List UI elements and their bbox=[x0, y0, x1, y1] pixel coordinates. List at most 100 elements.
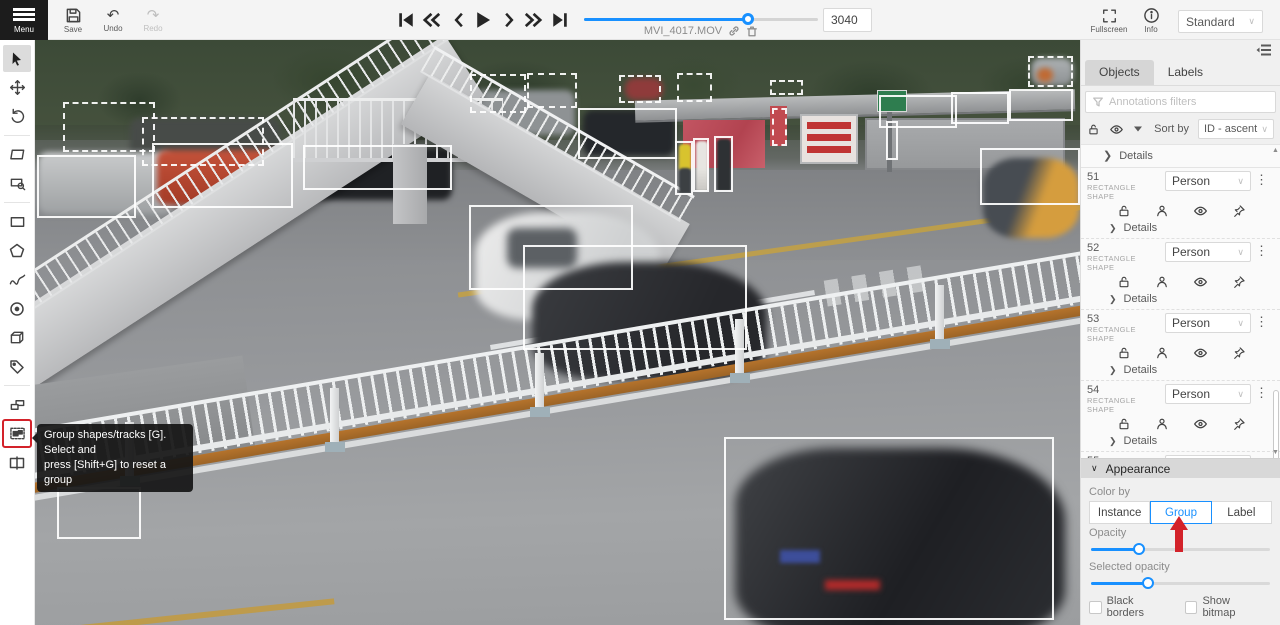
object-list-item[interactable]: 52 RECTANGLE SHAPE Person ∨ ⋮ ❯ bbox=[1081, 239, 1280, 310]
bounding-box-dashed[interactable] bbox=[470, 74, 526, 113]
annotations-filter-box[interactable] bbox=[1085, 91, 1276, 113]
move-tool-button[interactable] bbox=[3, 74, 31, 101]
hide-all-icon[interactable] bbox=[1109, 123, 1124, 136]
sort-select[interactable]: ID - ascent ∨ bbox=[1198, 119, 1274, 139]
object-label-select[interactable]: Person ∨ bbox=[1165, 313, 1251, 333]
object-item-partial[interactable]: ❯ Details bbox=[1081, 145, 1280, 168]
first-frame-button[interactable] bbox=[393, 7, 419, 33]
hide-icon[interactable] bbox=[1193, 275, 1208, 289]
jump-backward-button[interactable] bbox=[419, 7, 445, 33]
pin-icon[interactable] bbox=[1232, 417, 1246, 431]
object-label-select[interactable]: Person ∨ bbox=[1165, 384, 1251, 404]
bounding-box-dashed[interactable] bbox=[772, 108, 787, 146]
bounding-box-solid[interactable] bbox=[57, 487, 141, 539]
rotate-canvas-button[interactable] bbox=[3, 103, 31, 130]
draw-polyline-button[interactable] bbox=[3, 266, 31, 293]
selected-opacity-handle[interactable] bbox=[1142, 577, 1154, 589]
opacity-handle[interactable] bbox=[1133, 543, 1145, 555]
bounding-box-dashed[interactable] bbox=[1028, 56, 1073, 87]
fullscreen-button[interactable]: Fullscreen bbox=[1092, 4, 1126, 37]
undo-button[interactable]: ↶ Undo bbox=[96, 4, 130, 37]
lock-icon[interactable] bbox=[1117, 417, 1131, 431]
draw-points-button[interactable] bbox=[3, 295, 31, 322]
bounding-box-solid[interactable] bbox=[980, 148, 1080, 205]
delete-frame-icon[interactable] bbox=[746, 25, 758, 37]
bounding-box-solid[interactable] bbox=[37, 155, 136, 218]
bounding-box-solid[interactable] bbox=[1009, 89, 1073, 121]
hide-icon[interactable] bbox=[1193, 346, 1208, 360]
scroll-down-icon[interactable]: ▼ bbox=[1272, 449, 1279, 456]
object-details-toggle[interactable]: ❯ Details bbox=[1087, 291, 1272, 307]
annotation-canvas[interactable]: ○ bbox=[35, 40, 1080, 625]
play-button[interactable] bbox=[470, 7, 496, 33]
split-track-button[interactable] bbox=[3, 449, 31, 476]
object-actions-menu[interactable]: ⋮ bbox=[1255, 171, 1267, 189]
bounding-box-solid[interactable] bbox=[714, 136, 733, 192]
pin-icon[interactable] bbox=[1232, 346, 1246, 360]
bounding-box-solid[interactable] bbox=[303, 145, 452, 190]
setup-tag-button[interactable] bbox=[3, 353, 31, 380]
lock-all-icon[interactable] bbox=[1087, 123, 1100, 136]
group-shapes-button[interactable] bbox=[3, 420, 31, 447]
object-label-select[interactable]: Person ∨ bbox=[1165, 242, 1251, 262]
draw-cuboid-button[interactable] bbox=[3, 324, 31, 351]
expand-all-icon[interactable] bbox=[1133, 125, 1143, 133]
occluded-icon[interactable] bbox=[1155, 346, 1169, 360]
merge-shapes-button[interactable] bbox=[3, 391, 31, 418]
appearance-header[interactable]: ∨ Appearance bbox=[1081, 459, 1280, 478]
object-details-toggle[interactable]: ❯ Details bbox=[1087, 220, 1272, 236]
bounding-box-dashed[interactable] bbox=[677, 73, 712, 102]
object-details-toggle[interactable]: ❯ Details bbox=[1087, 362, 1272, 378]
frame-number-input[interactable] bbox=[823, 8, 872, 32]
hide-icon[interactable] bbox=[1193, 204, 1208, 218]
object-label-select[interactable]: Person ∨ bbox=[1165, 171, 1251, 191]
show-bitmap-checkbox[interactable] bbox=[1185, 601, 1198, 614]
bounding-box-solid[interactable] bbox=[675, 141, 693, 195]
bounding-box-dashed[interactable] bbox=[770, 80, 803, 95]
object-details-toggle[interactable]: ❯ Details bbox=[1087, 433, 1272, 449]
last-frame-button[interactable] bbox=[547, 7, 573, 33]
copy-link-icon[interactable] bbox=[728, 25, 740, 37]
info-button[interactable]: Info bbox=[1134, 4, 1168, 37]
frame-slider[interactable] bbox=[584, 14, 818, 24]
menu-button[interactable]: Menu bbox=[0, 0, 48, 40]
occluded-icon[interactable] bbox=[1155, 275, 1169, 289]
jump-forward-button[interactable] bbox=[520, 7, 546, 33]
scroll-up-icon[interactable]: ▲ bbox=[1272, 147, 1279, 154]
color-by-label-button[interactable]: Label bbox=[1212, 501, 1272, 524]
occluded-icon[interactable] bbox=[1155, 417, 1169, 431]
collapse-sidebar-icon[interactable] bbox=[1256, 43, 1272, 57]
hide-icon[interactable] bbox=[1193, 417, 1208, 431]
bounding-box-solid[interactable] bbox=[951, 92, 1009, 124]
workspace-mode-select[interactable]: Standard ∨ bbox=[1178, 10, 1263, 33]
bounding-box-solid[interactable] bbox=[886, 121, 898, 160]
object-list-scrollbar[interactable]: ▲ ▼ bbox=[1272, 145, 1279, 458]
pin-icon[interactable] bbox=[1232, 275, 1246, 289]
draw-rectangle-button[interactable] bbox=[3, 208, 31, 235]
lock-icon[interactable] bbox=[1117, 275, 1131, 289]
object-actions-menu[interactable]: ⋮ bbox=[1255, 242, 1267, 260]
object-list-item[interactable]: 51 RECTANGLE SHAPE Person ∨ ⋮ ❯ bbox=[1081, 168, 1280, 239]
bounding-box-solid[interactable] bbox=[693, 138, 709, 192]
pin-icon[interactable] bbox=[1232, 204, 1246, 218]
fit-image-button[interactable] bbox=[3, 141, 31, 168]
occluded-icon[interactable] bbox=[1155, 204, 1169, 218]
bounding-box-solid[interactable] bbox=[724, 437, 1054, 620]
object-actions-menu[interactable]: ⋮ bbox=[1255, 384, 1267, 402]
save-button[interactable]: Save bbox=[56, 4, 90, 37]
frame-slider-handle[interactable] bbox=[742, 13, 754, 25]
object-list-item[interactable]: 54 RECTANGLE SHAPE Person ∨ ⋮ ❯ bbox=[1081, 381, 1280, 452]
object-actions-menu[interactable]: ⋮ bbox=[1255, 313, 1267, 331]
bounding-box-solid[interactable] bbox=[523, 245, 747, 350]
bounding-box-dashed[interactable] bbox=[619, 75, 661, 103]
object-list-item[interactable]: 53 RECTANGLE SHAPE Person ∨ ⋮ ❯ bbox=[1081, 310, 1280, 381]
cursor-tool-button[interactable] bbox=[3, 45, 31, 72]
selected-opacity-slider[interactable] bbox=[1091, 577, 1270, 589]
lock-icon[interactable] bbox=[1117, 204, 1131, 218]
scrollbar-thumb[interactable] bbox=[1273, 390, 1279, 458]
tab-objects[interactable]: Objects bbox=[1085, 60, 1154, 85]
annotations-filter-input[interactable] bbox=[1109, 96, 1269, 108]
color-by-instance-button[interactable]: Instance bbox=[1089, 501, 1150, 524]
next-frame-button[interactable] bbox=[496, 7, 522, 33]
bounding-box-solid[interactable] bbox=[578, 108, 677, 159]
